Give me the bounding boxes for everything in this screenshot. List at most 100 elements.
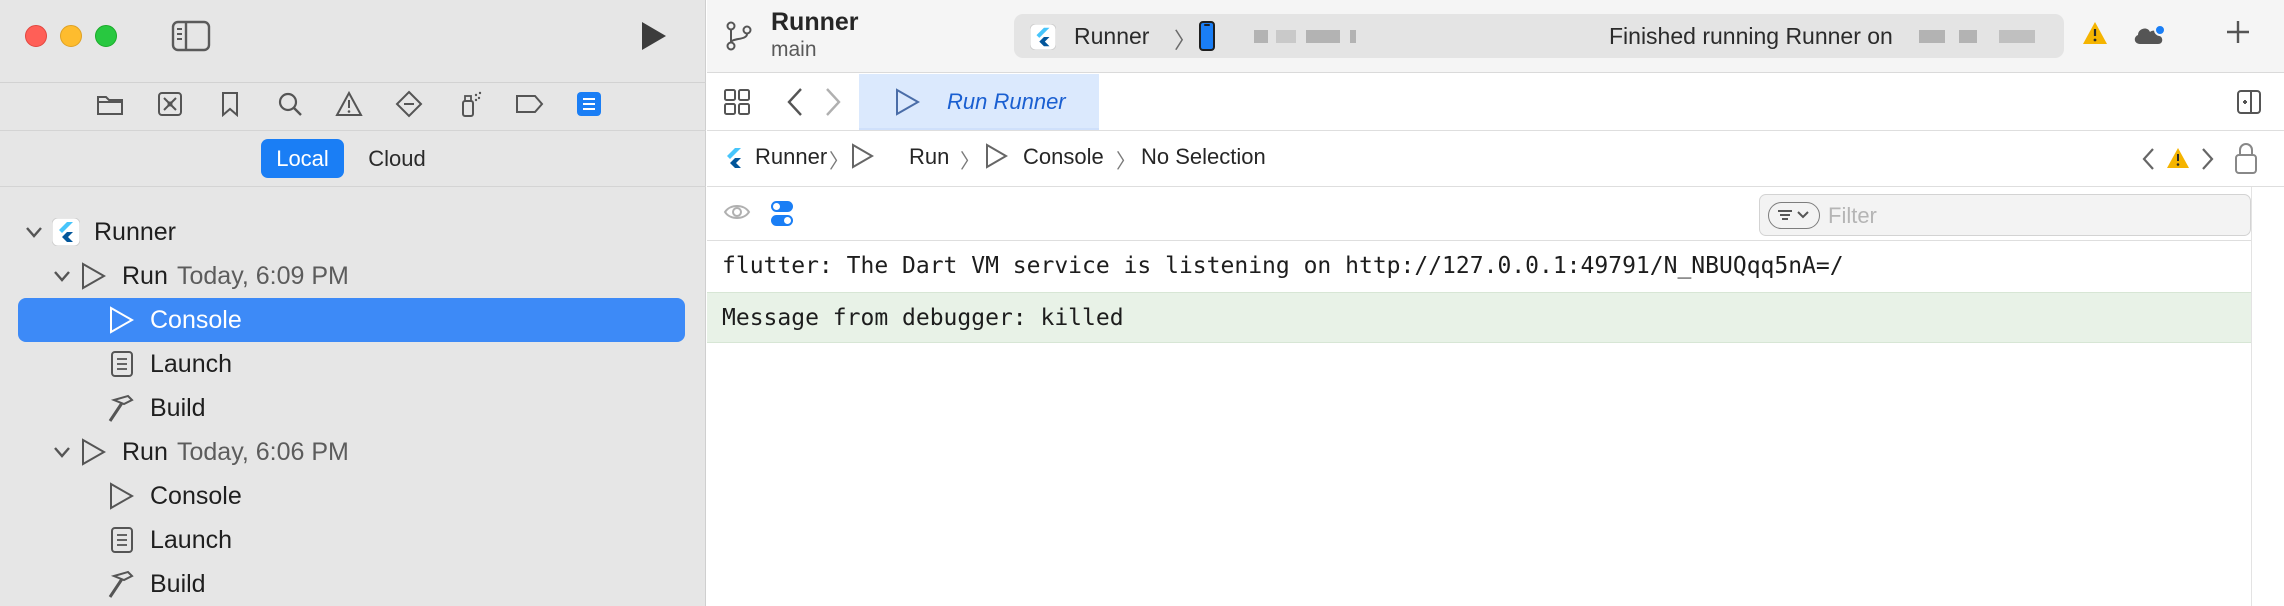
editor-tab-bar: Run Runner bbox=[707, 74, 2284, 131]
flutter-app-icon bbox=[723, 146, 745, 170]
tree-row-launch[interactable]: Launch bbox=[0, 342, 706, 386]
console-output[interactable]: flutter: The Dart VM service is listenin… bbox=[707, 241, 2251, 606]
iphone-device-icon[interactable] bbox=[1198, 21, 1216, 51]
warning-icon[interactable] bbox=[2166, 147, 2190, 169]
tree-row-run[interactable]: Run Today, 6:09 PM bbox=[0, 254, 706, 298]
jump-bar-item-console[interactable]: Console bbox=[1023, 144, 1104, 170]
filter-options-icon[interactable] bbox=[1768, 202, 1820, 229]
launch-label: Launch bbox=[150, 350, 233, 378]
console-line: Message from debugger: killed bbox=[707, 292, 2251, 343]
play-outline-icon bbox=[984, 143, 1008, 169]
scope-local-button[interactable]: Local bbox=[261, 139, 344, 178]
tab-label: Run Runner bbox=[947, 89, 1066, 114]
redacted-device-name bbox=[1254, 30, 1268, 43]
chevron-left-icon[interactable] bbox=[2140, 146, 2156, 172]
run-timestamp: Today, 6:09 PM bbox=[177, 262, 349, 290]
folder-icon[interactable] bbox=[95, 89, 125, 119]
jump-bar-separator: 〉 bbox=[1116, 151, 1136, 173]
add-icon[interactable] bbox=[2224, 18, 2252, 46]
minimize-window-button[interactable] bbox=[60, 25, 82, 47]
activity-status-bar: Runner 〉 Finished running Runner on bbox=[1014, 14, 2064, 58]
chevron-right-icon[interactable] bbox=[823, 86, 843, 118]
source-control-icon[interactable] bbox=[155, 89, 185, 119]
console-filter-bar: Filter bbox=[707, 187, 2251, 241]
play-outline-icon bbox=[108, 482, 134, 510]
zoom-window-button[interactable] bbox=[95, 25, 117, 47]
document-list-icon bbox=[110, 350, 134, 378]
redacted-device-name bbox=[1276, 30, 1296, 43]
window-toolbar: Runner main Runner 〉 Finished running Ru… bbox=[707, 0, 2284, 73]
options-toggle-icon[interactable] bbox=[770, 200, 794, 228]
eye-icon[interactable] bbox=[723, 202, 751, 222]
console-label: Console bbox=[150, 482, 242, 510]
tree-row-console[interactable]: Console bbox=[0, 474, 706, 518]
hammer-icon bbox=[106, 394, 138, 424]
run-label: Run bbox=[122, 438, 168, 466]
console-scrollbar[interactable] bbox=[2251, 187, 2284, 606]
window-titlebar bbox=[0, 0, 706, 73]
tab-run-runner[interactable]: Run Runner bbox=[859, 74, 1099, 130]
jump-bar-item-selection[interactable]: No Selection bbox=[1141, 144, 1266, 170]
scheme-separator: 〉 bbox=[1174, 28, 1197, 53]
scope-bar: Local Cloud bbox=[0, 138, 706, 182]
redacted-device-name bbox=[1919, 30, 1945, 43]
tree-row-console[interactable]: Console bbox=[0, 298, 706, 342]
breakpoint-tag-icon[interactable] bbox=[514, 89, 544, 119]
redacted-device-name bbox=[1999, 30, 2035, 43]
branch-name: main bbox=[771, 38, 817, 61]
debug-spray-icon[interactable] bbox=[454, 89, 484, 119]
jump-bar-item-run[interactable]: Run bbox=[909, 144, 949, 170]
navigator-sidebar: Local Cloud Runner Run Today, 6:09 PM Co… bbox=[0, 0, 706, 606]
jump-bar-separator: 〉 bbox=[960, 151, 980, 173]
related-items-grid-icon[interactable] bbox=[723, 88, 751, 116]
play-outline-icon bbox=[108, 306, 134, 334]
flutter-app-icon bbox=[1030, 24, 1056, 50]
lock-icon[interactable] bbox=[2234, 141, 2258, 175]
tree-row-build[interactable]: Build bbox=[0, 386, 706, 430]
build-label: Build bbox=[150, 394, 206, 422]
console-label: Console bbox=[150, 306, 242, 334]
issue-warning-icon[interactable] bbox=[334, 89, 364, 119]
jump-bar: Runner 〉 Run 〉 Console 〉 No Selection bbox=[707, 131, 2284, 187]
launch-label: Launch bbox=[150, 526, 233, 554]
console-line: flutter: The Dart VM service is listenin… bbox=[722, 253, 1844, 279]
tree-row-build[interactable]: Build bbox=[0, 562, 706, 606]
jump-bar-item-project[interactable]: Runner bbox=[755, 144, 827, 170]
report-list-icon[interactable] bbox=[574, 89, 604, 119]
run-label: Run bbox=[122, 262, 168, 290]
editor-area: Runner main Runner 〉 Finished running Ru… bbox=[707, 0, 2284, 606]
document-list-icon bbox=[110, 526, 134, 554]
redacted-device-name bbox=[1306, 30, 1340, 43]
split-editor-icon[interactable] bbox=[2236, 89, 2262, 115]
scheme-selector[interactable]: Runner bbox=[1074, 23, 1149, 50]
tree-row-project[interactable]: Runner bbox=[0, 210, 706, 254]
play-outline-icon bbox=[80, 438, 106, 466]
project-title: Runner bbox=[771, 8, 859, 36]
tree-row-run[interactable]: Run Today, 6:06 PM bbox=[0, 430, 706, 474]
bookmark-icon[interactable] bbox=[215, 89, 245, 119]
chevron-down-icon[interactable] bbox=[52, 266, 72, 286]
scope-cloud-button[interactable]: Cloud bbox=[352, 139, 442, 178]
test-diamond-icon[interactable] bbox=[394, 89, 424, 119]
chevron-down-icon[interactable] bbox=[24, 222, 44, 242]
cloud-status-icon[interactable] bbox=[2131, 22, 2167, 46]
chevron-right-icon[interactable] bbox=[2200, 146, 2216, 172]
status-message: Finished running Runner on bbox=[1609, 23, 1893, 49]
warning-icon[interactable] bbox=[2082, 21, 2108, 45]
close-window-button[interactable] bbox=[25, 25, 47, 47]
filter-field[interactable]: Filter bbox=[1759, 194, 2251, 236]
sidebar-toggle-icon[interactable] bbox=[171, 20, 211, 52]
chevron-left-icon[interactable] bbox=[785, 86, 805, 118]
divider bbox=[0, 186, 706, 187]
tree-row-launch[interactable]: Launch bbox=[0, 518, 706, 562]
hammer-icon bbox=[106, 570, 138, 600]
divider bbox=[0, 130, 706, 131]
redacted-device-name bbox=[1350, 30, 1356, 43]
flutter-app-icon bbox=[52, 218, 80, 246]
run-timestamp: Today, 6:06 PM bbox=[177, 438, 349, 466]
search-icon[interactable] bbox=[275, 89, 305, 119]
play-outline-icon bbox=[80, 262, 106, 290]
navigator-selector-bar bbox=[0, 82, 706, 124]
chevron-down-icon[interactable] bbox=[52, 442, 72, 462]
run-button[interactable] bbox=[638, 20, 668, 52]
